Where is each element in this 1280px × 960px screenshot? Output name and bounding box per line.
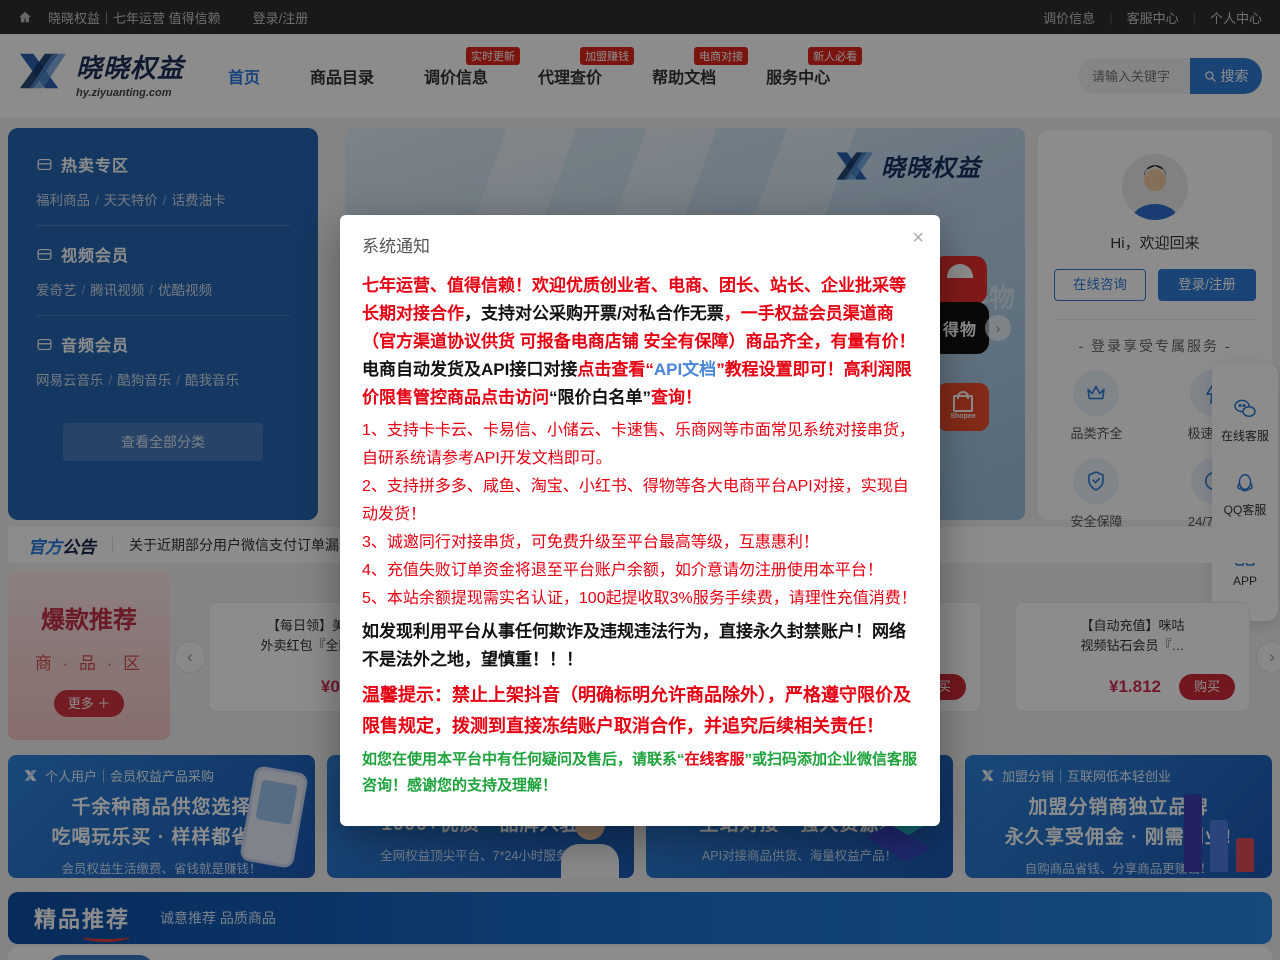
close-icon[interactable]: × bbox=[912, 228, 924, 248]
modal-text: 温馨提示：禁止上架抖音（明确标明允许商品除外），严格遵守限价及限售规定，拨测到直… bbox=[362, 685, 911, 736]
modal-paragraph: 如发现利用平台从事任何欺诈及违规违法行为，直接永久封禁账户！网络不是法外之地，望… bbox=[362, 618, 918, 674]
modal-paragraph: 如您在使用本平台中有任何疑问及售后，请联系“在线客服”或扫码添加企业微信客服咨询… bbox=[362, 747, 918, 799]
modal-text: 如您在使用本平台中有任何疑问及售后，请联系“ bbox=[362, 751, 685, 768]
modal-paragraph: 3、诚邀同行对接串货，可免费升级至平台最高等级，互惠惠利！ bbox=[362, 529, 918, 557]
modal-text: ，支持对公采购开票/对私合作无票 bbox=[464, 304, 724, 323]
modal-paragraph: 2、支持拼多多、咸鱼、淘宝、小红书、得物等各大电商平台API对接，实现自动发货！ bbox=[362, 473, 918, 529]
modal-paragraph: 5、本站余额提现需实名认证，100起提收取3%服务手续费，请理性充值消费！ bbox=[362, 585, 918, 613]
modal-text: 如发现利用平台从事任何欺诈及违规违法行为，直接永久封禁账户！网络不是法外之地，望… bbox=[362, 622, 906, 669]
modal-text: 点击查看“ bbox=[577, 360, 654, 379]
modal-text: 2、支持拼多多、咸鱼、淘宝、小红书、得物等各大电商平台API对接，实现自动发货！ bbox=[362, 478, 909, 523]
modal-body: 七年运营、值得信赖！欢迎优质创业者、电商、团长、站长、企业批采等长期对接合作，支… bbox=[340, 261, 940, 826]
modal-paragraph: 1、支持卡卡云、卡易信、小储云、卡速售、乐商网等市面常见系统对接串货，自研系统请… bbox=[362, 417, 918, 473]
modal-paragraph: 温馨提示：禁止上架抖音（明确标明允许商品除外），严格遵守限价及限售规定，拨测到直… bbox=[362, 680, 918, 742]
modal-text: 电商自动发货及API接口对接 bbox=[362, 360, 577, 379]
modal-text: 4、充值失败订单资金将退至平台账户余额，如介意请勿注册使用本平台！ bbox=[362, 562, 883, 579]
modal-text: 查询！ bbox=[651, 388, 702, 407]
api-doc-link[interactable]: API文档 bbox=[654, 360, 716, 379]
modal-text: 1、支持卡卡云、卡易信、小储云、卡速售、乐商网等市面常见系统对接串货，自研系统请… bbox=[362, 422, 915, 467]
modal-text: 3、诚邀同行对接串货，可免费升级至平台最高等级，互惠惠利！ bbox=[362, 534, 819, 551]
page-root: 晓晓权益｜七年运营 值得信赖 登录/注册 调价信息|客服中心|个人中心 晓晓权益… bbox=[0, 0, 1280, 960]
modal-paragraph: 4、充值失败订单资金将退至平台账户余额，如介意请勿注册使用本平台！ bbox=[362, 557, 918, 585]
modal-title: 系统通知 bbox=[362, 237, 430, 256]
modal-text: 在线客服 bbox=[685, 751, 745, 768]
modal-text: “限价白名单” bbox=[549, 388, 651, 407]
modal-text: 5、本站余额提现需实名认证，100起提收取3%服务手续费，请理性充值消费！ bbox=[362, 590, 917, 607]
modal-paragraph: 七年运营、值得信赖！欢迎优质创业者、电商、团长、站长、企业批采等长期对接合作，支… bbox=[362, 272, 918, 412]
system-notice-modal: 系统通知 × 七年运营、值得信赖！欢迎优质创业者、电商、团长、站长、企业批采等长… bbox=[340, 215, 940, 826]
